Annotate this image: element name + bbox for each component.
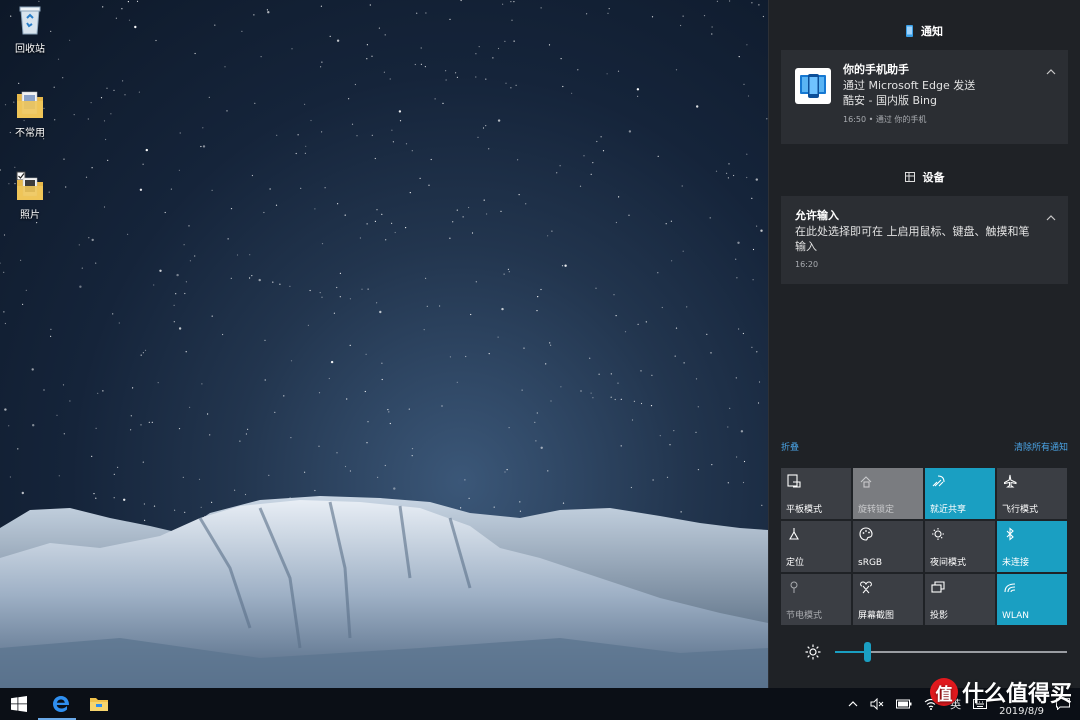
quick-action-label: 就近共享 xyxy=(930,505,967,515)
quick-action-tile[interactable]: 就近共享 xyxy=(925,468,995,519)
clear-all-notifications-link[interactable]: 清除所有通知 xyxy=(1014,440,1068,453)
quick-action-tile[interactable]: 旋转锁定 xyxy=(853,468,923,519)
battery-saver-icon xyxy=(790,581,798,593)
notification-title: 允许输入 xyxy=(795,209,839,222)
watermark-badge: 值 xyxy=(929,678,958,706)
notifications-header-label: 通知 xyxy=(921,25,943,38)
snowy-mountains xyxy=(0,496,768,688)
volume-button[interactable] xyxy=(864,688,890,720)
notification-title: 你的手机助手 xyxy=(843,63,909,76)
notification-line: 酷安 - 国内版 Bing xyxy=(843,94,938,107)
rotation-lock-icon xyxy=(860,476,872,488)
quick-action-tile[interactable]: WLAN xyxy=(997,574,1067,625)
brightness-fill xyxy=(835,651,868,653)
desktop-icon-label: 回收站 xyxy=(15,44,45,55)
taskbar: 英 2019/8/9 xyxy=(0,688,1080,720)
location-icon xyxy=(789,528,799,540)
chevron-up-icon xyxy=(848,701,858,707)
quick-action-label: 夜间模式 xyxy=(930,558,967,568)
desktop-icon-folder-infrequent[interactable]: 不常用 xyxy=(0,88,60,139)
battery-button[interactable] xyxy=(890,688,918,720)
quick-action-tile[interactable]: 飞行模式 xyxy=(997,468,1067,519)
edge-browser-icon xyxy=(53,696,70,712)
devices-header-label: 设备 xyxy=(922,171,945,184)
devices-section-header: 设备 xyxy=(769,162,1080,192)
airplane-icon xyxy=(1004,474,1017,488)
quick-action-tile[interactable]: 夜间模式 xyxy=(925,521,995,572)
night-light-icon xyxy=(932,528,944,540)
notifications-section-header: 通知 xyxy=(769,16,1080,46)
brightness-icon xyxy=(805,644,821,660)
notification-time: 16:20 xyxy=(795,260,819,269)
device-icon xyxy=(904,172,915,182)
desktop-icon-label: 照片 xyxy=(20,210,40,221)
quick-action-tile[interactable]: 平板模式 xyxy=(781,468,851,519)
desktop-icon-label: 不常用 xyxy=(15,128,45,139)
desktop-icon-recycle-bin[interactable]: 回收站 xyxy=(0,4,60,55)
wifi-icon xyxy=(1004,583,1016,593)
quick-action-tile[interactable]: 定位 xyxy=(781,521,851,572)
quick-action-label: 未连接 xyxy=(1002,558,1030,568)
desktop-wallpaper xyxy=(0,0,768,688)
taskbar-edge-button[interactable] xyxy=(42,688,80,720)
site-watermark: 值 什么值得买 xyxy=(929,676,1072,708)
collapse-link[interactable]: 折叠 xyxy=(781,440,799,453)
quick-action-tile[interactable]: 投影 xyxy=(925,574,995,625)
notification-line: 通过 Microsoft Edge 发送 xyxy=(843,79,976,92)
bluetooth-icon xyxy=(1006,527,1014,541)
quick-action-label: 定位 xyxy=(786,558,805,568)
quick-action-label: 屏幕截图 xyxy=(858,611,895,621)
device-notification-card[interactable]: 允许输入 在此处选择即可在 上启用鼠标、键盘、触摸和笔输入 16:20 xyxy=(781,196,1068,284)
quick-action-tile[interactable]: sRGB xyxy=(853,521,923,572)
starry-sky xyxy=(0,0,768,540)
quick-action-tile[interactable]: 节电模式 xyxy=(781,574,851,625)
brightness-slider-thumb[interactable] xyxy=(864,642,872,662)
quick-action-label: WLAN xyxy=(1002,611,1030,621)
quick-action-label: 投影 xyxy=(930,611,949,621)
quick-action-label: 飞行模式 xyxy=(1002,505,1039,515)
recycle-bin-icon xyxy=(15,4,45,36)
watermark-text: 什么值得买 xyxy=(961,682,1072,707)
volume-muted-icon xyxy=(870,698,884,710)
palette-icon xyxy=(859,527,873,541)
notification-body: 在此处选择即可在 上启用鼠标、键盘、触摸和笔输入 xyxy=(795,225,1030,253)
quick-action-label: 旋转锁定 xyxy=(858,505,895,515)
start-button[interactable] xyxy=(0,688,38,720)
tablet-mode-icon xyxy=(787,474,801,488)
chevron-up-icon[interactable] xyxy=(1046,68,1056,76)
brightness-slider[interactable] xyxy=(835,642,1067,662)
file-explorer-icon xyxy=(90,698,108,711)
chevron-up-icon[interactable] xyxy=(1046,214,1056,222)
action-center-panel: 通知 你的手机助手 通过 Microsoft Edge 发送 酷安 - 国内版 … xyxy=(768,0,1080,688)
phone-icon xyxy=(906,25,913,37)
folder-icon xyxy=(15,170,45,202)
screen-snip-icon xyxy=(860,581,872,594)
your-phone-app-icon xyxy=(795,68,831,104)
taskbar-file-explorer-button[interactable] xyxy=(80,688,118,720)
quick-action-tile[interactable]: 未连接 xyxy=(997,521,1067,572)
show-hidden-icons-button[interactable] xyxy=(842,688,864,720)
phone-notification-card[interactable]: 你的手机助手 通过 Microsoft Edge 发送 酷安 - 国内版 Bin… xyxy=(781,50,1068,144)
quick-action-label: 平板模式 xyxy=(786,505,823,515)
quick-action-label: 节电模式 xyxy=(786,611,823,621)
nearby-share-icon xyxy=(932,475,945,487)
project-icon xyxy=(931,581,945,593)
folder-icon xyxy=(15,88,45,120)
windows-logo-icon xyxy=(11,696,27,712)
desktop-icon-folder-photos[interactable]: 照片 xyxy=(0,170,60,221)
notification-meta: 16:50 • 通过 你的手机 xyxy=(843,115,927,124)
quick-action-tile[interactable]: 屏幕截图 xyxy=(853,574,923,625)
battery-icon xyxy=(896,699,912,709)
quick-actions-grid: 平板模式 旋转锁定 就近共享 飞行模式定位 sRGB 夜间模式 未连接节电模式 屏幕截图 投影 W… xyxy=(781,468,1069,625)
brightness-control xyxy=(805,636,1067,668)
quick-action-label: sRGB xyxy=(858,558,883,568)
